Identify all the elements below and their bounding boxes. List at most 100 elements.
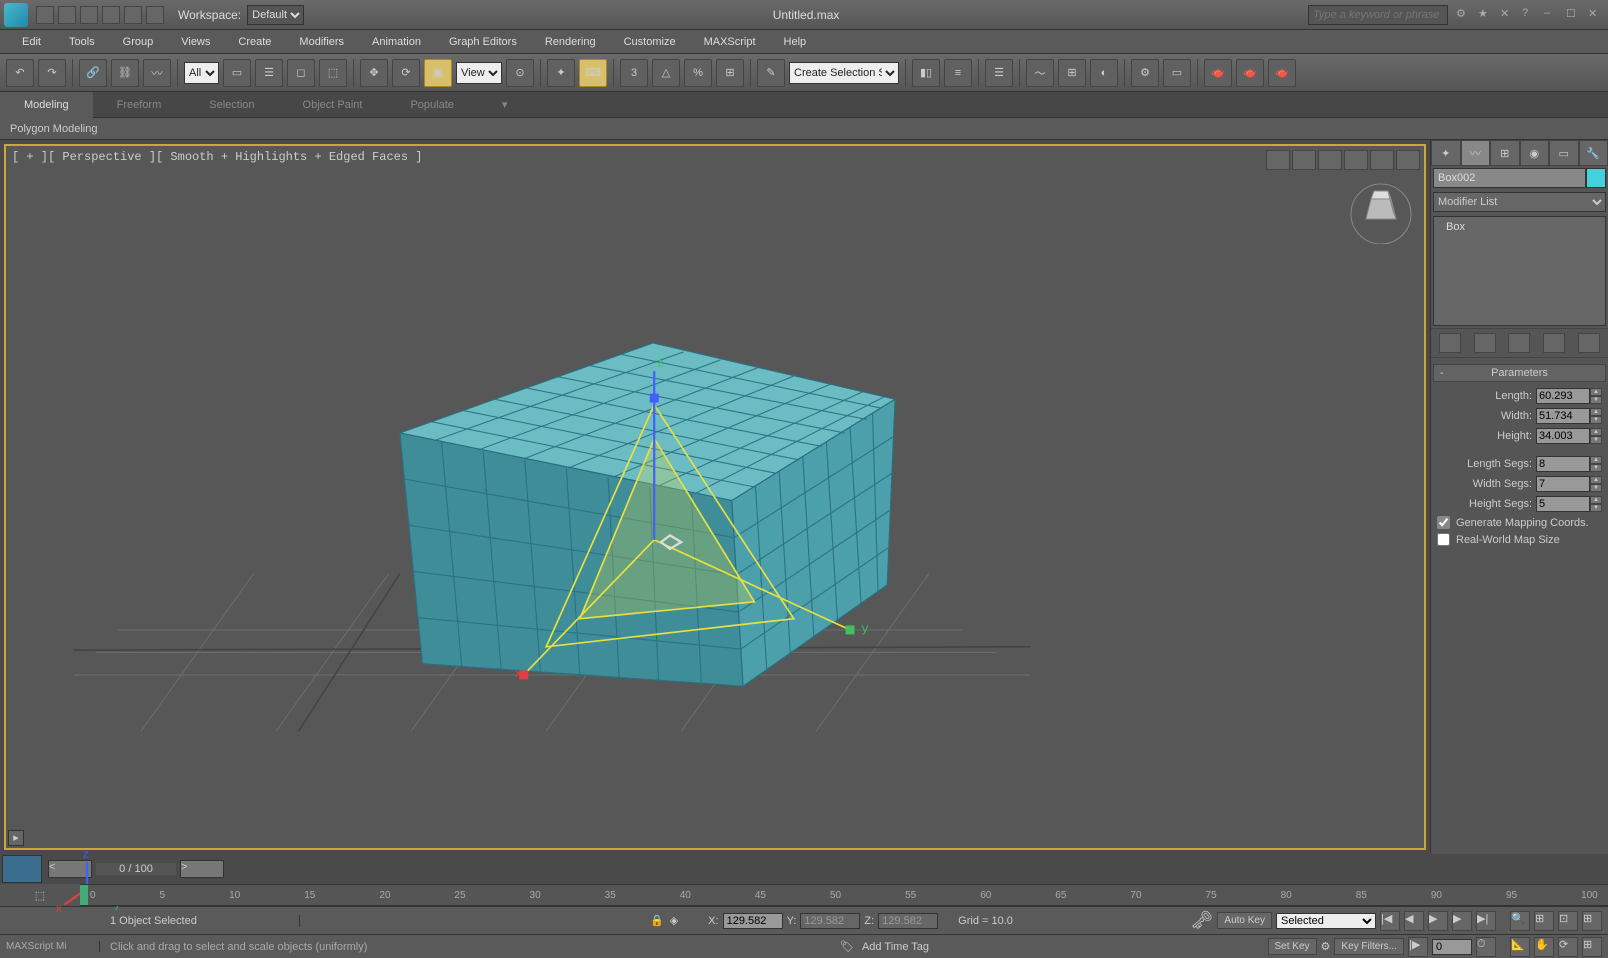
show-end-result-icon[interactable]	[1474, 333, 1496, 353]
maximize-icon[interactable]: ☐	[1566, 7, 1582, 23]
width-segs-input[interactable]	[1536, 476, 1590, 492]
play-icon[interactable]: ▶	[1428, 911, 1448, 931]
menu-animation[interactable]: Animation	[358, 36, 435, 48]
workspace-dropdown[interactable]: Default	[247, 5, 304, 25]
key-mode-toggle-icon[interactable]: |▶	[1408, 937, 1428, 957]
schematic-view-button[interactable]: ⊞	[1058, 59, 1086, 87]
ribbon-tab-freeform[interactable]: Freeform	[93, 92, 186, 118]
select-object-button[interactable]: ▭	[223, 59, 251, 87]
pan-icon[interactable]: ✋	[1534, 937, 1554, 957]
ribbon-tab-modeling[interactable]: Modeling	[0, 92, 93, 118]
time-config-icon[interactable]: ⏱	[1476, 937, 1496, 957]
fov-icon[interactable]: 📐	[1510, 937, 1530, 957]
timeline-ruler[interactable]: 0510152025303540455055606570758085909510…	[80, 884, 1608, 906]
favorites-icon[interactable]: ★	[1478, 7, 1494, 23]
spinner-snap-button[interactable]: ⊞	[716, 59, 744, 87]
create-tab-icon[interactable]: ✦	[1431, 140, 1461, 166]
add-time-tag-button[interactable]: Add Time Tag	[854, 941, 937, 953]
viewport-expand-icon[interactable]: ▸	[8, 830, 24, 846]
undo-icon[interactable]	[102, 6, 120, 24]
utilities-tab-icon[interactable]: 🔧	[1579, 140, 1608, 166]
zoom-extents-all-icon[interactable]: ⊞	[1582, 911, 1602, 931]
max-viewport-icon[interactable]: ⊞	[1582, 937, 1602, 957]
hsegs-spinner-up[interactable]: ▲	[1590, 496, 1602, 504]
time-tag-icon[interactable]: 🏷	[840, 940, 854, 953]
lsegs-spinner-up[interactable]: ▲	[1590, 456, 1602, 464]
maxscript-listener-label[interactable]: MAXScript Mi	[0, 941, 100, 952]
height-segs-input[interactable]	[1536, 496, 1590, 512]
menu-graph-editors[interactable]: Graph Editors	[435, 36, 531, 48]
link-icon[interactable]	[146, 6, 164, 24]
motion-tab-icon[interactable]: ◉	[1520, 140, 1550, 166]
real-world-checkbox[interactable]	[1437, 533, 1450, 546]
hsegs-spinner-down[interactable]: ▼	[1590, 504, 1602, 512]
width-input[interactable]	[1536, 408, 1590, 424]
ribbon-tab-populate[interactable]: Populate	[386, 92, 477, 118]
set-key-button[interactable]: Set Key	[1268, 938, 1317, 955]
zoom-all-icon[interactable]: ⊞	[1534, 911, 1554, 931]
app-logo-icon[interactable]	[4, 3, 28, 27]
bind-space-warp-button[interactable]: 〰	[143, 59, 171, 87]
render-frame-button[interactable]: ▭	[1163, 59, 1191, 87]
width-spinner-up[interactable]: ▲	[1590, 408, 1602, 416]
snap-toggle-button[interactable]: 3	[620, 59, 648, 87]
help-search-input[interactable]	[1308, 5, 1448, 25]
length-spinner-down[interactable]: ▼	[1590, 396, 1602, 404]
menu-group[interactable]: Group	[109, 36, 168, 48]
modify-tab-icon[interactable]: 〰	[1461, 140, 1491, 166]
redo-icon[interactable]	[124, 6, 142, 24]
orbit-icon[interactable]: ⟳	[1558, 937, 1578, 957]
length-input[interactable]	[1536, 388, 1590, 404]
curve-editor-button[interactable]: 〜	[1026, 59, 1054, 87]
hierarchy-tab-icon[interactable]: ⊞	[1490, 140, 1520, 166]
signin-icon[interactable]: ⚙	[1456, 7, 1472, 23]
width-spinner-down[interactable]: ▼	[1590, 416, 1602, 424]
link-button[interactable]: 🔗	[79, 59, 107, 87]
ribbon-tab-object-paint[interactable]: Object Paint	[279, 92, 387, 118]
keyboard-shortcut-toggle[interactable]: ⌨	[579, 59, 607, 87]
scale-button[interactable]: ▣	[424, 59, 452, 87]
ref-coord-dropdown[interactable]: View	[456, 62, 502, 84]
length-spinner-up[interactable]: ▲	[1590, 388, 1602, 396]
menu-views[interactable]: Views	[167, 36, 224, 48]
ribbon-tab-selection[interactable]: Selection	[185, 92, 278, 118]
save-icon[interactable]	[80, 6, 98, 24]
configure-sets-icon[interactable]	[1578, 333, 1600, 353]
layer-manager-button[interactable]: ☰	[985, 59, 1013, 87]
menu-customize[interactable]: Customize	[610, 36, 690, 48]
pin-stack-icon[interactable]	[1439, 333, 1461, 353]
angle-snap-button[interactable]: △	[652, 59, 680, 87]
zoom-extents-icon[interactable]: ⊡	[1558, 911, 1578, 931]
zoom-icon[interactable]: 🔍	[1510, 911, 1530, 931]
render-setup-button[interactable]: ⚙	[1131, 59, 1159, 87]
align-button[interactable]: ≡	[944, 59, 972, 87]
unlink-button[interactable]: ⛓	[111, 59, 139, 87]
frame-input[interactable]	[1432, 939, 1472, 955]
render-production-button[interactable]: 🫖	[1236, 59, 1264, 87]
close-icon[interactable]: ✕	[1588, 7, 1604, 23]
object-color-swatch[interactable]	[1586, 168, 1606, 188]
height-input[interactable]	[1536, 428, 1590, 444]
select-region-rect-button[interactable]: ◻	[287, 59, 315, 87]
mirror-button[interactable]: ▮▯	[912, 59, 940, 87]
select-by-name-button[interactable]: ☰	[255, 59, 283, 87]
render-iterative-button[interactable]: 🫖	[1268, 59, 1296, 87]
help-icon[interactable]: ?	[1522, 7, 1538, 23]
goto-end-icon[interactable]: ▶|	[1476, 911, 1496, 931]
menu-tools[interactable]: Tools	[55, 36, 109, 48]
menu-create[interactable]: Create	[224, 36, 285, 48]
undo-button[interactable]: ↶	[6, 59, 34, 87]
redo-button[interactable]: ↷	[38, 59, 66, 87]
menu-maxscript[interactable]: MAXScript	[690, 36, 770, 48]
ribbon-expand-icon[interactable]: ▾	[478, 92, 532, 118]
viewport-canvas[interactable]: z y x z y x	[6, 146, 1424, 934]
height-spinner-down[interactable]: ▼	[1590, 436, 1602, 444]
select-region-window-button[interactable]: ⬚	[319, 59, 347, 87]
gen-mapping-checkbox[interactable]	[1437, 516, 1450, 529]
remove-modifier-icon[interactable]	[1543, 333, 1565, 353]
length-segs-input[interactable]	[1536, 456, 1590, 472]
manipulate-button[interactable]: ✦	[547, 59, 575, 87]
menu-help[interactable]: Help	[770, 36, 821, 48]
new-icon[interactable]	[36, 6, 54, 24]
display-tab-icon[interactable]: ▭	[1549, 140, 1579, 166]
